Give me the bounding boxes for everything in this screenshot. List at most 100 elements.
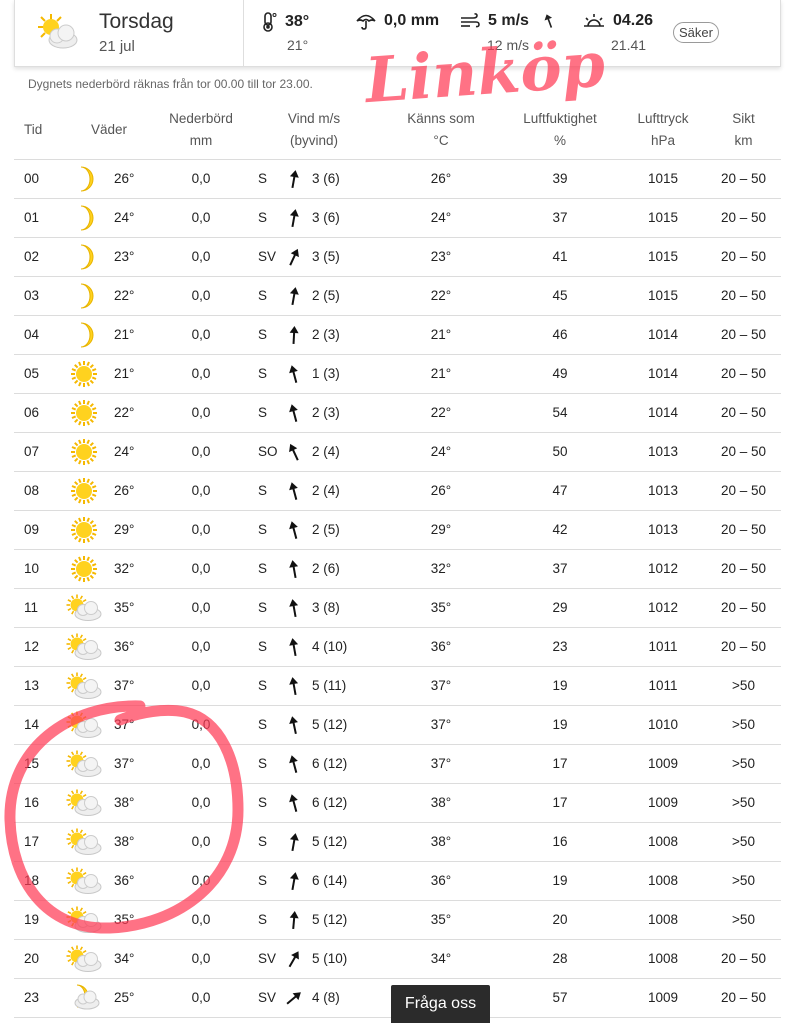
table-row[interactable]: 02 23° 0,0 SV 3 (5) 23° 41 1015 20 – 50 (14, 237, 781, 277)
hour-cell: 18 (14, 861, 62, 901)
wind-arrow-icon (280, 481, 308, 501)
precipitation-total: 0,0 mm (384, 12, 440, 29)
table-row[interactable]: 09 29° 0,0 S 2 (5) 29° 42 1013 20 – 50 (14, 510, 781, 550)
humidity-cell: 17 (500, 744, 620, 784)
day-summary[interactable]: Torsdag 21 jul 38° 21° 0,0 mm 5 m/s 12 m… (14, 0, 781, 67)
table-row[interactable]: 05 21° 0,0 S 1 (3) 21° 49 1014 20 – 50 (14, 354, 781, 394)
wind-arrow-icon (280, 169, 308, 189)
wind-cell: S 5 (12) (246, 822, 382, 862)
weather-icon-cell (62, 822, 106, 862)
table-row[interactable]: 06 22° 0,0 S 2 (3) 22° 54 1014 20 – 50 (14, 393, 781, 433)
table-row[interactable]: 15 37° 0,0 S 6 (12) 37° 17 1009 >50 (14, 744, 781, 784)
humidity-cell: 57 (500, 978, 620, 1018)
wind-arrow-icon (280, 949, 308, 969)
temperature-cell: 24° (106, 432, 156, 472)
wind-arrow-icon (280, 598, 308, 618)
ask-us-button[interactable]: Fråga oss (391, 985, 490, 1023)
sunrise-icon (584, 14, 604, 27)
pressure-cell: 1012 (620, 549, 706, 589)
table-row[interactable]: 14 37° 0,0 S 5 (12) 37° 19 1010 >50 (14, 705, 781, 745)
hour-cell: 08 (14, 471, 62, 511)
weather-icon-cell (62, 783, 106, 823)
sunrise-time: 04.26 (613, 12, 654, 29)
partly-cloudy-icon (62, 633, 106, 661)
wind-cell: S 6 (12) (246, 744, 382, 784)
table-row[interactable]: 01 24° 0,0 S 3 (6) 24° 37 1015 20 – 50 (14, 198, 781, 238)
temperature-cell: 22° (106, 276, 156, 316)
weather-icon-cell (62, 510, 106, 550)
pressure-cell: 1014 (620, 393, 706, 433)
confidence-badge[interactable]: Säker (673, 22, 719, 43)
hour-cell: 04 (14, 315, 62, 355)
pressure-cell: 1009 (620, 978, 706, 1018)
pressure-cell: 1009 (620, 744, 706, 784)
partly-cloudy-icon (62, 867, 106, 895)
wind-cell: S 5 (12) (246, 900, 382, 940)
feels-like-cell: 37° (382, 666, 500, 706)
hour-cell: 14 (14, 705, 62, 745)
table-row[interactable]: 00 26° 0,0 S 3 (6) 26° 39 1015 20 – 50 (14, 159, 781, 199)
precipitation-cell: 0,0 (156, 393, 246, 433)
weather-icon-cell (62, 276, 106, 316)
wind-direction: S (258, 795, 268, 810)
wind-arrow-icon (280, 832, 308, 852)
pressure-cell: 1014 (620, 354, 706, 394)
precipitation-cell: 0,0 (156, 666, 246, 706)
wind-cell: S 2 (6) (246, 549, 382, 589)
visibility-cell: >50 (706, 783, 781, 823)
wind-speed-gust: 4 (8) (312, 990, 340, 1005)
humidity-cell: 41 (500, 237, 620, 277)
header-pressure: Lufttryck hPa (620, 101, 706, 160)
precipitation-cell: 0,0 (156, 939, 246, 979)
wind-arrow-icon (280, 637, 308, 657)
wind-arrow-icon (280, 754, 308, 774)
table-row[interactable]: 11 35° 0,0 S 3 (8) 35° 29 1012 20 – 50 (14, 588, 781, 628)
table-row[interactable]: 04 21° 0,0 S 2 (3) 21° 46 1014 20 – 50 (14, 315, 781, 355)
table-row[interactable]: 10 32° 0,0 S 2 (6) 32° 37 1012 20 – 50 (14, 549, 781, 589)
wind-arrow-icon (280, 208, 308, 228)
pressure-cell: 1013 (620, 471, 706, 511)
pressure-cell: 1015 (620, 159, 706, 199)
weather-icon-cell (62, 744, 106, 784)
table-row[interactable]: 07 24° 0,0 SO 2 (4) 24° 50 1013 20 – 50 (14, 432, 781, 472)
hour-cell: 01 (14, 198, 62, 238)
weather-icon-cell (62, 900, 106, 940)
wind-cell: SO 2 (4) (246, 432, 382, 472)
precipitation-cell: 0,0 (156, 354, 246, 394)
divider (243, 0, 244, 67)
table-header-row: Tid Väder Nederbörd mm Vind m/s (byvind) K… (14, 101, 781, 160)
wind-cell: S 2 (3) (246, 315, 382, 355)
table-row[interactable]: 13 37° 0,0 S 5 (11) 37° 19 1011 >50 (14, 666, 781, 706)
feels-like-cell: 36° (382, 627, 500, 667)
precipitation-note: Dygnets nederbörd räknas från tor 00.00 … (28, 77, 313, 91)
wind-cell: SV 5 (10) (246, 939, 382, 979)
weather-icon-cell (62, 666, 106, 706)
table-row[interactable]: 19 35° 0,0 S 5 (12) 35° 20 1008 >50 (14, 900, 781, 940)
visibility-cell: >50 (706, 822, 781, 862)
table-row[interactable]: 16 38° 0,0 S 6 (12) 38° 17 1009 >50 (14, 783, 781, 823)
wind-direction: S (258, 678, 268, 693)
pressure-cell: 1008 (620, 900, 706, 940)
humidity-cell: 47 (500, 471, 620, 511)
precipitation-cell: 0,0 (156, 900, 246, 940)
table-row[interactable]: 17 38° 0,0 S 5 (12) 38° 16 1008 >50 (14, 822, 781, 862)
table-row[interactable]: 18 36° 0,0 S 6 (14) 36° 19 1008 >50 (14, 861, 781, 901)
wind-direction: S (258, 639, 268, 654)
hour-cell: 16 (14, 783, 62, 823)
table-row[interactable]: 03 22° 0,0 S 2 (5) 22° 45 1015 20 – 50 (14, 276, 781, 316)
partly-cloudy-icon (62, 594, 106, 622)
temperature-cell: 37° (106, 705, 156, 745)
header-humidity: Luftfuktighet% (500, 101, 620, 160)
wind-direction: S (258, 600, 268, 615)
table-row[interactable]: 08 26° 0,0 S 2 (4) 26° 47 1013 20 – 50 (14, 471, 781, 511)
humidity-cell: 37 (500, 549, 620, 589)
visibility-cell: 20 – 50 (706, 198, 781, 238)
humidity-cell: 45 (500, 276, 620, 316)
feels-like-cell: 32° (382, 549, 500, 589)
weather-icon-cell (62, 978, 106, 1018)
wind-arrow-icon (280, 364, 308, 384)
table-row[interactable]: 20 34° 0,0 SV 5 (10) 34° 28 1008 20 – 50 (14, 939, 781, 979)
table-row[interactable]: 12 36° 0,0 S 4 (10) 36° 23 1011 20 – 50 (14, 627, 781, 667)
precipitation-cell: 0,0 (156, 276, 246, 316)
wind-speed-gust: 2 (4) (312, 444, 340, 459)
